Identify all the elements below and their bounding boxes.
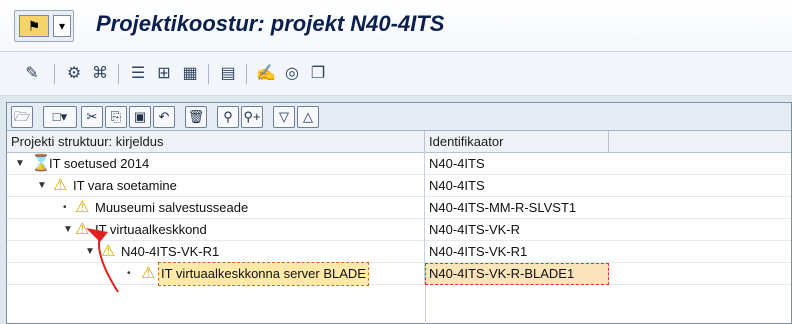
expand-node-icon[interactable]: ▼ <box>15 156 27 172</box>
header-description[interactable]: Projekti struktuur: kirjeldus <box>7 131 425 153</box>
project-icon: ⌛ <box>31 155 51 172</box>
cut-icon[interactable]: ✂ <box>81 106 103 128</box>
toolbar-separator <box>54 64 55 84</box>
node-label: IT virtuaalkeskkonna server BLADE <box>158 262 369 286</box>
tree-toolbar: 🗁 □▾ ✂ ⎘ ▣ ↶ 🗑 ⚲ ⚲+ ▽ △ <box>7 103 791 131</box>
application-toolbar: ✎ ⚙ ⌘ ☰ ⊞ ▦ ▤ ✍ ◎ ❐ <box>0 52 792 96</box>
org-icon[interactable]: ⚙ <box>62 62 86 86</box>
toolbar-separator <box>118 64 119 84</box>
leaf-node-icon: • <box>127 268 131 279</box>
tree-cell-identifier: N40-4ITS-MM-R-SLVST1 <box>429 200 577 215</box>
chevron-down-icon[interactable]: ▾ <box>53 15 71 37</box>
tree-row[interactable]: ▼ ⚠ N40-4ITS-VK-R1 N40-4ITS-VK-R1 <box>7 241 791 263</box>
page-title: Projektikoostur: projekt N40-4ITS <box>96 11 445 36</box>
expand-node-icon[interactable]: ▼ <box>85 244 97 260</box>
toolbar-separator <box>246 64 247 84</box>
delete-icon[interactable]: 🗑 <box>185 106 207 128</box>
copy-icon[interactable]: ⎘ <box>105 106 127 128</box>
tree-cell-description: ▼ ⚠ N40-4ITS-VK-R1 <box>7 241 425 263</box>
tree-cell-identifier: N40-4ITS-VK-R1 <box>429 244 528 259</box>
toolbar-separator <box>208 64 209 84</box>
leaf-node-icon: • <box>63 202 67 213</box>
warning-icon: ⚠ <box>75 199 90 216</box>
find-icon[interactable]: ⚲ <box>217 106 239 128</box>
node-label: N40-4ITS-VK-R1 <box>121 244 220 259</box>
column-headers: Projekti struktuur: kirjeldus Identifika… <box>7 131 791 153</box>
open-folder-icon[interactable]: 🗁 <box>11 106 33 128</box>
tree-container: 🗁 □▾ ✂ ⎘ ▣ ↶ 🗑 ⚲ ⚲+ ▽ △ Projekti struktu… <box>0 96 792 324</box>
collapse-icon[interactable]: △ <box>297 106 319 128</box>
find-next-icon[interactable]: ⚲+ <box>241 106 263 128</box>
tree-cell-description: ▼ ⚠ IT virtuaalkeskkond <box>7 219 425 241</box>
tree-cell-identifier: N40-4ITS <box>429 178 485 193</box>
tree-cell-identifier: N40-4ITS <box>429 156 485 171</box>
wand-icon[interactable]: ✎ <box>20 62 44 86</box>
tree-cell-description: • ⚠ IT virtuaalkeskkonna server BLADE <box>7 262 425 286</box>
tree-row[interactable]: ▼ ⚠ IT virtuaalkeskkond N40-4ITS-VK-R <box>7 219 791 241</box>
node-label: IT vara soetamine <box>73 178 177 193</box>
tree-icon[interactable]: ⊞ <box>152 62 176 86</box>
node-label: Muuseumi salvestusseade <box>95 200 249 215</box>
tree-row[interactable]: • ⚠ Muuseumi salvestusseade N40-4ITS-MM-… <box>7 197 791 219</box>
tree-cell-identifier: N40-4ITS-VK-R <box>429 222 521 237</box>
tree-cell-description: ▼ ⚠ IT vara soetamine <box>7 175 425 197</box>
tree-row[interactable]: ▼ ⚠ IT vara soetamine N40-4ITS <box>7 175 791 197</box>
expand-node-icon[interactable]: ▼ <box>63 222 75 238</box>
table-icon[interactable]: ▤ <box>216 62 240 86</box>
expand-node-icon[interactable]: ▼ <box>37 178 49 194</box>
grid-icon[interactable]: ▦ <box>178 62 202 86</box>
paste-icon[interactable]: ▣ <box>129 106 151 128</box>
tree-cell-identifier: N40-4ITS-VK-R-BLADE1 <box>425 263 609 285</box>
node-label: IT virtuaalkeskkond <box>95 222 207 237</box>
project-structure-tree: 🗁 □▾ ✂ ⎘ ▣ ↶ 🗑 ⚲ ⚲+ ▽ △ Projekti struktu… <box>6 102 792 324</box>
warning-icon: ⚠ <box>53 177 68 194</box>
warning-icon: ⚠ <box>101 243 116 260</box>
cycle-icon[interactable]: ◎ <box>280 62 304 86</box>
sap-menu-icon[interactable]: ⚑ <box>19 15 49 37</box>
tree-row[interactable]: ▼ ⌛ IT soetused 2014 N40-4ITS <box>7 153 791 175</box>
column-divider <box>425 285 426 324</box>
edit-icon[interactable]: ✍ <box>254 62 278 86</box>
node-label: IT soetused 2014 <box>49 156 150 171</box>
system-menu[interactable]: ⚑ ▾ <box>14 10 74 42</box>
notes-icon[interactable]: ❐ <box>306 62 330 86</box>
undo-icon[interactable]: ↶ <box>153 106 175 128</box>
hierarchy-icon[interactable]: ⌘ <box>88 62 112 86</box>
list-icon[interactable]: ☰ <box>126 62 150 86</box>
tree-cell-description: ▼ ⌛ IT soetused 2014 <box>7 153 425 175</box>
tree-cell-description: • ⚠ Muuseumi salvestusseade <box>7 197 425 219</box>
warning-icon: ⚠ <box>75 221 90 238</box>
title-bar: ⚑ ▾ Projektikoostur: projekt N40-4ITS <box>0 0 792 52</box>
tree-row-selected[interactable]: • ⚠ IT virtuaalkeskkonna server BLADE N4… <box>7 262 791 286</box>
expand-icon[interactable]: ▽ <box>273 106 295 128</box>
warning-icon: ⚠ <box>141 265 156 282</box>
new-doc-icon[interactable]: □▾ <box>43 106 77 128</box>
header-identifier[interactable]: Identifikaator <box>425 131 609 153</box>
